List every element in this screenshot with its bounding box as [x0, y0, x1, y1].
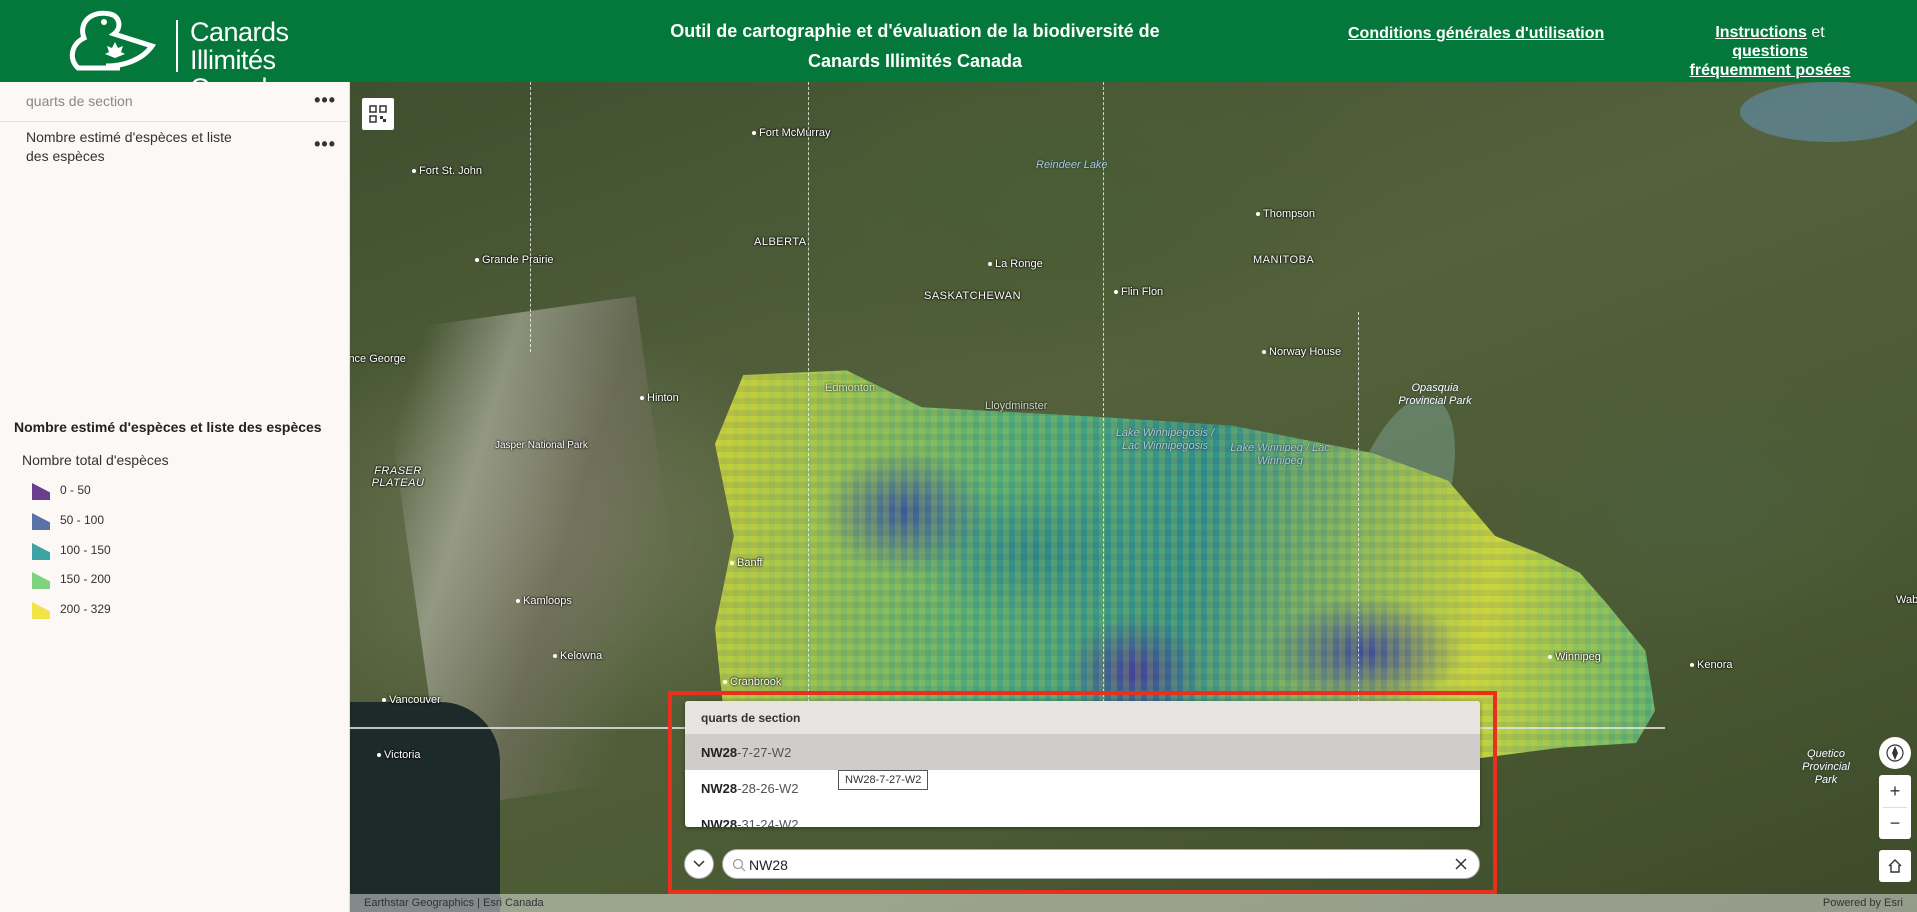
- map-label-prince-george: Prince George: [350, 353, 406, 365]
- map-label-opasquia: Opasquia Provincial Park: [1398, 382, 1472, 407]
- help-links: Instructions et questions fréquemment po…: [1680, 23, 1860, 80]
- instructions-link[interactable]: Instructions: [1715, 24, 1807, 41]
- terms-link[interactable]: Conditions générales d'utilisation: [1348, 25, 1604, 43]
- map-label-la-ronge: La Ronge: [988, 258, 1043, 270]
- map-label-lake-winnipeg: Lake Winnipeg / Lac Winnipeg: [1230, 442, 1330, 467]
- legend-subtitle: Nombre total d'espèces: [22, 452, 169, 468]
- map-label-banff: Banff: [730, 557, 763, 569]
- logo-line-1: Canards Illimités: [190, 17, 289, 75]
- sask-manitoba-boundary: [1103, 82, 1104, 727]
- pacific-ocean: [350, 702, 500, 912]
- powered-by-text[interactable]: Powered by Esri: [1823, 897, 1903, 909]
- map-label-quetico: Quetico Provincial Park: [1802, 748, 1850, 786]
- layer-item-species[interactable]: Nombre estimé d'espèces et liste des esp…: [0, 122, 350, 172]
- map-label-fort-st-john: Fort St. John: [412, 165, 482, 177]
- map-attribution: Earthstar Geographics | Esri Canada Powe…: [350, 894, 1917, 912]
- home-icon: [1888, 859, 1902, 873]
- layer-sidebar: quarts de section ••• Nombre estimé d'es…: [0, 82, 350, 912]
- legend-label: 100 - 150: [60, 543, 111, 557]
- legend-label: 150 - 200: [60, 572, 111, 586]
- map-label-wab: Wab: [1896, 594, 1917, 606]
- map-label-vancouver: Vancouver: [382, 694, 441, 706]
- legend-title: Nombre estimé d'espèces et liste des esp…: [14, 419, 322, 435]
- legend-swatch: [32, 483, 50, 500]
- map-label-edmonton: Edmonton: [825, 382, 876, 394]
- map-label-cranbrook: Cranbrook: [723, 676, 781, 688]
- legend-swatch: [32, 572, 50, 589]
- alberta-sask-boundary: [808, 82, 809, 727]
- title-line-1: Outil de cartographie et d'évaluation de…: [670, 21, 1160, 41]
- map-label-grande-prairie: Grande Prairie: [475, 254, 554, 266]
- layer-label: Nombre estimé d'espèces et liste des esp…: [26, 129, 232, 164]
- page-title: Outil de cartographie et d'évaluation de…: [660, 16, 1170, 76]
- faq-link-part2[interactable]: fréquemment posées: [1690, 62, 1851, 79]
- manitoba-ontario-boundary: [1358, 312, 1359, 727]
- compass-button[interactable]: [1879, 737, 1911, 769]
- legend-swatch: [32, 602, 50, 619]
- zoom-in-button[interactable]: +: [1879, 775, 1911, 807]
- title-line-2: Canards Illimités Canada: [807, 51, 1023, 71]
- map-label-lake-winnipegosis: Lake Winnipegosis / Lac Winnipegosis: [1115, 427, 1215, 452]
- layer-menu-button[interactable]: •••: [314, 134, 336, 155]
- legend-label: 0 - 50: [60, 483, 91, 497]
- map-label-reindeer-lake: Reindeer Lake: [1036, 159, 1108, 171]
- layer-label: quarts de section: [26, 93, 133, 109]
- map-label-kamloops: Kamloops: [516, 595, 572, 607]
- qr-code-icon: [369, 105, 387, 123]
- map-label-kelowna: Kelowna: [553, 650, 602, 662]
- legend-label: 200 - 329: [60, 602, 111, 616]
- logo-divider: [176, 20, 178, 72]
- ducks-unlimited-logo: Canards Illimités Canada: [62, 8, 362, 102]
- layer-menu-button[interactable]: •••: [314, 90, 336, 111]
- legend-swatch: [32, 513, 50, 530]
- map-label-alberta: ALBERTA: [754, 236, 807, 248]
- app-header: Canards Illimités Canada Outil de cartog…: [0, 0, 1917, 102]
- map-label-thompson: Thompson: [1256, 208, 1315, 220]
- legend-swatch: [32, 543, 50, 560]
- map-label-lloydminster: Lloydminster: [985, 400, 1048, 412]
- home-button[interactable]: [1879, 850, 1911, 882]
- search-highlight-box: [668, 691, 1497, 894]
- zoom-controls: + −: [1879, 775, 1911, 839]
- layer-item-quarter-sections[interactable]: quarts de section •••: [0, 82, 350, 122]
- map-label-manitoba: MANITOBA: [1253, 254, 1315, 266]
- map-label-norway-house: Norway House: [1262, 346, 1341, 358]
- hudson-bay-shape: [1740, 82, 1917, 142]
- legend-label: 50 - 100: [60, 513, 105, 527]
- qr-code-button[interactable]: [362, 98, 394, 130]
- bc-alberta-boundary: [530, 82, 531, 352]
- duck-logo-icon: [69, 10, 157, 71]
- map-label-victoria: Victoria: [377, 749, 420, 761]
- map-label-saskatchewan: SASKATCHEWAN: [924, 290, 1022, 302]
- map-label-jasper: Jasper National Park: [495, 440, 588, 451]
- faq-link-part1[interactable]: questions: [1732, 43, 1808, 60]
- map-label-hinton: Hinton: [640, 392, 679, 404]
- and-text: et: [1806, 24, 1825, 41]
- map-label-winnipeg: Winnipeg: [1548, 651, 1601, 663]
- compass-icon: [1886, 744, 1904, 762]
- zoom-out-button[interactable]: −: [1879, 807, 1911, 839]
- map-label-fraser-plateau: FRASER PLATEAU: [371, 465, 425, 489]
- map-label-flin-flon: Flin Flon: [1114, 286, 1163, 298]
- attribution-text[interactable]: Earthstar Geographics | Esri Canada: [364, 897, 544, 909]
- map-label-kenora: Kenora: [1690, 659, 1732, 671]
- map-view[interactable]: Fort McMurray Fort St. John Reindeer Lak…: [350, 82, 1917, 912]
- map-label-fort-mcmurray: Fort McMurray: [752, 127, 831, 139]
